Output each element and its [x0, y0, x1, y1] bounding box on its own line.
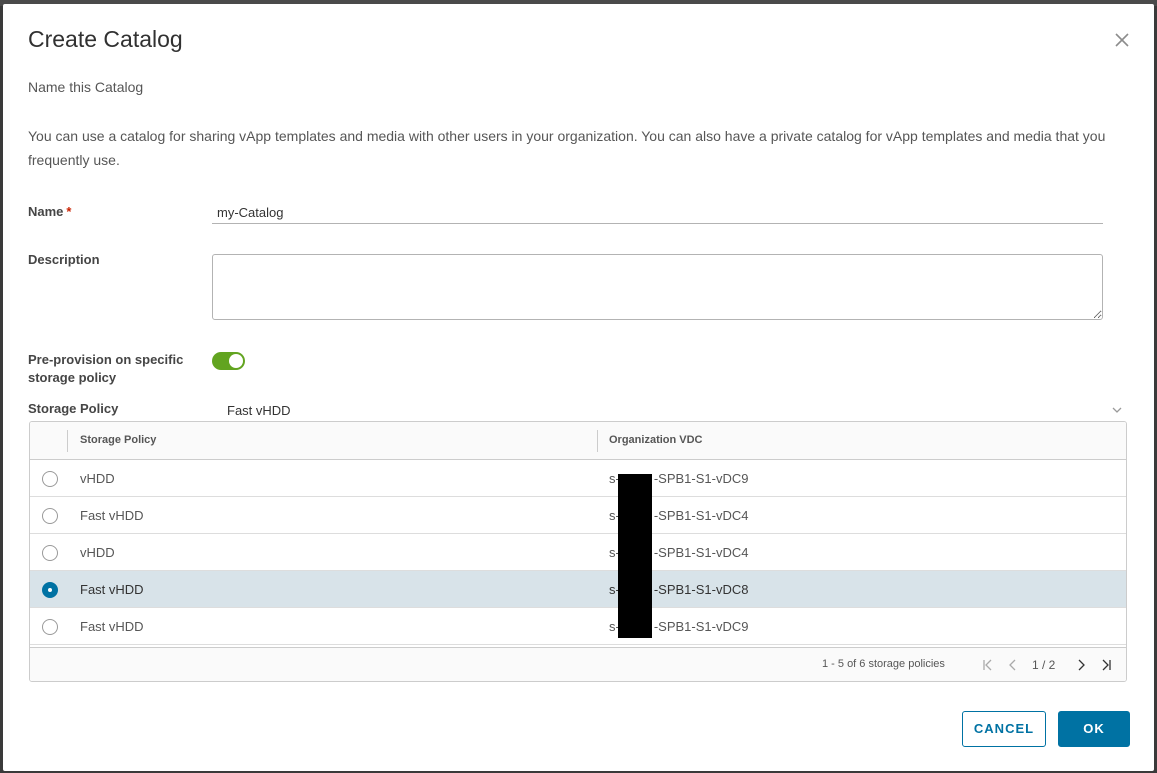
table-row[interactable]: Fast vHDD s- -SPB1-S1-vDC9 [30, 608, 1126, 645]
ok-button[interactable]: OK [1058, 711, 1130, 747]
column-separator [67, 430, 68, 452]
row-radio[interactable] [42, 471, 58, 487]
name-input[interactable] [212, 202, 1103, 224]
dialog-title: Create Catalog [28, 26, 183, 52]
table-row-selected[interactable]: Fast vHDD s- -SPB1-S1-vDC8 [30, 571, 1126, 608]
storage-policy-label: Storage Policy [28, 401, 119, 416]
cell-storage-policy: vHDD [80, 471, 115, 486]
next-page-icon[interactable] [1074, 658, 1088, 672]
first-page-icon[interactable] [981, 658, 995, 672]
last-page-icon[interactable] [1099, 658, 1113, 672]
table-row[interactable]: vHDD s- -SPB1-S1-vDC9 [30, 460, 1126, 497]
table-row[interactable]: vHDD s- -SPB1-S1-vDC4 [30, 534, 1126, 571]
storage-policy-selected-value: Fast vHDD [227, 403, 291, 418]
description-textarea[interactable] [212, 254, 1103, 320]
storage-policy-grid: Storage Policy Organization VDC vHDD s- -… [29, 421, 1127, 682]
preprovision-toggle[interactable] [212, 352, 245, 370]
row-radio-checked[interactable] [42, 582, 58, 598]
row-radio[interactable] [42, 508, 58, 524]
cell-storage-policy: Fast vHDD [80, 508, 144, 523]
grid-footer: 1 - 5 of 6 storage policies 1 / 2 [30, 647, 1126, 681]
vdc-suffix: -SPB1-S1-vDC4 [653, 508, 749, 523]
name-label-text: Name [28, 204, 64, 219]
preprovision-label: Pre-provision on specific storage policy [28, 352, 184, 385]
redaction-block [618, 474, 652, 638]
page-indicator: 1 / 2 [1032, 658, 1056, 672]
vdc-suffix: -SPB1-S1-vDC9 [653, 471, 749, 486]
row-radio[interactable] [42, 619, 58, 635]
vdc-suffix: -SPB1-S1-vDC9 [653, 619, 749, 634]
previous-page-icon[interactable] [1006, 658, 1020, 672]
column-separator [597, 430, 598, 452]
required-asterisk: * [66, 204, 72, 219]
table-row[interactable]: Fast vHDD s- -SPB1-S1-vDC4 [30, 497, 1126, 534]
grid-header: Storage Policy Organization VDC [30, 422, 1126, 460]
vdc-suffix: -SPB1-S1-vDC8 [653, 582, 749, 597]
pagination-summary: 1 - 5 of 6 storage policies [822, 658, 945, 670]
vdc-suffix: -SPB1-S1-vDC4 [653, 545, 749, 560]
create-catalog-dialog: Create Catalog Name this Catalog You can… [3, 4, 1154, 771]
column-header-organization-vdc[interactable]: Organization VDC [609, 434, 703, 446]
cell-storage-policy: Fast vHDD [80, 582, 144, 597]
storage-policy-select[interactable]: Fast vHDD [221, 400, 1127, 422]
name-label: Name * [28, 203, 71, 221]
row-radio[interactable] [42, 545, 58, 561]
dialog-subtitle: Name this Catalog [28, 79, 144, 95]
intro-text: You can use a catalog for sharing vApp t… [28, 128, 1106, 168]
toggle-knob [229, 354, 243, 368]
column-header-storage-policy[interactable]: Storage Policy [80, 434, 156, 446]
cancel-button[interactable]: CANCEL [962, 711, 1046, 747]
description-label: Description [28, 252, 100, 267]
close-icon[interactable] [1111, 29, 1133, 51]
cell-storage-policy: vHDD [80, 545, 115, 560]
cell-storage-policy: Fast vHDD [80, 619, 144, 634]
chevron-down-icon [1112, 407, 1122, 413]
